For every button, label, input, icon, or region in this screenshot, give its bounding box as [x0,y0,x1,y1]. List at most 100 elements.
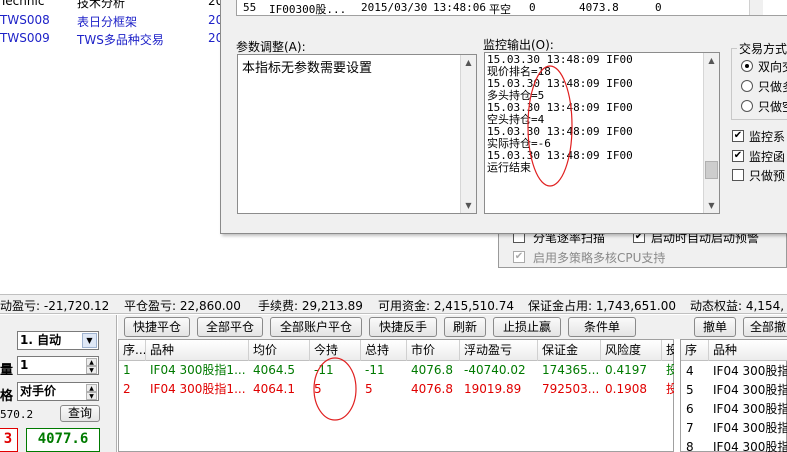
stop-loss-button[interactable]: 止损止赢 [493,317,561,337]
strategy-name: 表日分框架 [77,15,138,29]
cell-seq: 1 [123,363,131,377]
cell-avg: 4064.5 [253,363,295,377]
query-button[interactable]: 查询 [60,405,100,422]
history-scrollbar[interactable] [749,0,763,15]
position-table[interactable]: 序... 品种 均价 今持 总持 市价 浮动盈亏 保证金 风险度 投 1 IF0… [118,339,674,452]
list-item[interactable]: TWS009 TWS多品种交易 20 [0,31,223,47]
mode-radio-both[interactable] [741,60,753,72]
scroll-up-icon[interactable]: ▲ [704,53,719,68]
table-row[interactable]: 2 IF04 300股指1... 4064.1 5 5 4076.8 19019… [119,380,674,399]
cancel-all-button[interactable]: 全部撤 [743,317,787,337]
list-item[interactable]: Technic 技术分析 20 [0,0,223,10]
multicore-label: 启用多策略多核CPU支持 [533,251,666,265]
history-action: 平空 [489,3,511,16]
scroll-down-icon[interactable]: ▼ [461,198,476,213]
cell-today: 5 [314,382,322,396]
col-pl[interactable]: 浮动盈亏 [460,340,538,361]
col-risk[interactable]: 风险度 [601,340,662,361]
col-total[interactable]: 总持 [361,340,407,361]
cell-market: 4076.8 [411,363,453,377]
scroll-thumb[interactable] [705,161,718,179]
order-table[interactable]: 序 品种 4 IF04 300股指 5 IF04 300股指 6 IF04 30… [680,339,787,452]
col-seq[interactable]: 序... [119,340,146,361]
col-avg[interactable]: 均价 [249,340,310,361]
col-market[interactable]: 市价 [407,340,460,361]
close-pl: 平仓盈亏: 22,860.00 [124,299,241,313]
col-name[interactable]: 品种 [146,340,249,361]
position-toolbar: 快捷平仓 全部平仓 全部账户平仓 快捷反手 刷新 止损止赢 条件单 撤单 全部撤 [118,315,787,339]
close-all-accounts-button[interactable]: 全部账户平仓 [270,317,362,337]
cell-flag: 投 [666,382,674,396]
refresh-button[interactable]: 刷新 [444,317,486,337]
scroll-up-icon[interactable]: ▲ [461,55,476,70]
cell-name: IF04 300股指1... [150,363,246,377]
col-today[interactable]: 今持 [310,340,361,361]
spin-up-icon[interactable]: ▲ [86,384,97,392]
table-row[interactable]: 5 IF04 300股指 [681,381,787,400]
cell-name: IF04 300股指 [713,402,787,416]
dynamic-equity: 动态权益: 4,154, [690,299,785,313]
history-date: 2015/03/30 [361,1,428,14]
close-all-button[interactable]: 全部平仓 [197,317,263,337]
conditional-order-button[interactable]: 条件单 [568,317,636,337]
monitor-scrollbar[interactable]: ▲ ▼ [703,53,719,213]
history-seq: 55 [243,1,257,14]
trade-history-list[interactable]: 55 IF00300股... 2015/03/30 13:48:06 平空 0 … [236,0,787,16]
order-mode-select[interactable]: 1. 自动 ▼ [17,331,99,350]
ask-price-button[interactable]: 4077.6 [26,428,100,452]
spin-down-icon[interactable]: ▼ [86,392,97,400]
mode-label-short: 只做空 [758,100,787,114]
monitor-output[interactable]: 15.03.30 13:48:09 IF00 现价排名=18 15.03.30 … [484,52,720,214]
alert-only-checkbox[interactable] [732,169,744,181]
scroll-down-icon[interactable]: ▼ [704,198,719,213]
params-textbox[interactable]: 本指标无参数需要设置 ▲ ▼ [237,54,477,214]
quick-reverse-button[interactable]: 快捷反手 [369,317,437,337]
table-row[interactable]: 1 IF04 300股指1... 4064.5 -11 -11 4076.8 -… [119,361,674,380]
spin-up-icon[interactable]: ▲ [86,358,97,366]
cell-risk: 0.4197 [605,363,647,377]
cell-total: -11 [365,363,385,377]
list-item[interactable]: TWS008 表日分框架 20 [0,13,223,29]
table-row[interactable]: 7 IF04 300股指 [681,419,787,438]
col-seq[interactable]: 序 [681,340,709,361]
strategy-list: Technic 技术分析 20 TWS008 表日分框架 20 TWS009 T… [0,0,223,60]
cell-name: IF04 300股指 [713,421,787,435]
spin-down-icon[interactable]: ▼ [86,366,97,374]
order-panel: 1. 自动 ▼ 量 1 ▲ ▼ 格 对手价 ▲ ▼ 570.2 查询 3 407… [0,315,117,452]
cell-name: IF04 300股指 [713,440,787,452]
col-name[interactable]: 品种 [709,340,787,361]
multicore-checkbox[interactable]: ✔ [513,251,525,263]
table-row[interactable]: 6 IF04 300股指 [681,400,787,419]
cell-margin: 174365... [542,363,600,377]
cell-market: 4076.8 [411,382,453,396]
cell-name: IF04 300股指 [713,364,787,378]
history-extra: 0 [655,1,662,14]
mode-radio-long[interactable] [741,80,753,92]
params-scrollbar[interactable]: ▲ ▼ [460,55,476,213]
alert-only-label: 只做预 [749,169,786,183]
cell-seq: 6 [686,402,694,416]
monitor-system-checkbox[interactable]: ✔ [732,130,744,142]
chevron-down-icon[interactable]: ▼ [82,333,97,348]
cell-risk: 0.1908 [605,382,647,396]
table-row[interactable]: 4 IF04 300股指 [681,362,787,381]
cell-avg: 4064.1 [253,382,295,396]
cell-seq: 7 [686,421,694,435]
history-qty: 0 [529,1,536,14]
col-flag[interactable]: 投 [662,340,674,361]
table-row[interactable]: 8 IF04 300股指 [681,438,787,452]
qty-value: 1 [20,358,29,372]
cancel-order-button[interactable]: 撤单 [694,317,736,337]
col-margin[interactable]: 保证金 [538,340,601,361]
cell-seq: 8 [686,440,694,452]
strategy-name: TWS多品种交易 [77,33,164,47]
price-type-select[interactable]: 对手价 ▲ ▼ [17,382,99,401]
available-funds: 可用资金: 2,415,510.74 [378,299,515,313]
mode-radio-short[interactable] [741,100,753,112]
qty-input[interactable]: 1 ▲ ▼ [17,356,99,375]
cell-flag: 投 [666,363,674,377]
monitor-function-checkbox[interactable]: ✔ [732,150,744,162]
bid-price-button[interactable]: 3 [0,428,18,452]
history-contract: IF00300股... [269,3,347,16]
quick-close-button[interactable]: 快捷平仓 [124,317,190,337]
